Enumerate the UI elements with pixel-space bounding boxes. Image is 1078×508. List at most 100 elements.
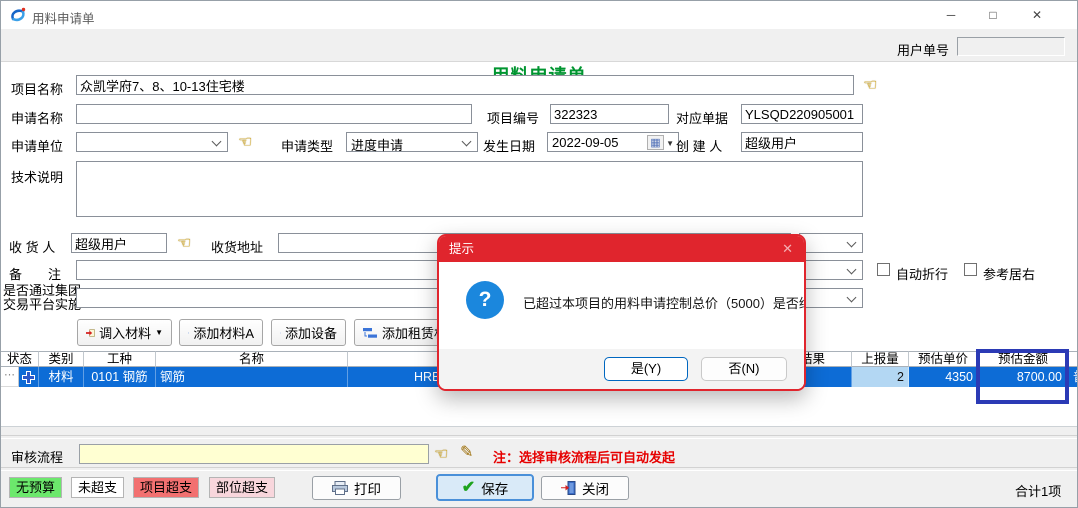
workflow-note: 注：选择审核流程后可自动发起: [493, 447, 675, 466]
calendar-dropdown-icon[interactable]: ▼: [666, 139, 674, 148]
printer-icon: [332, 481, 348, 495]
material-request-window: 用料申请单 ─ □ ✕ 用料申请单 用户单号 项目名称 ☜ 申请名称 项目编号 …: [0, 0, 1078, 508]
minimize-button[interactable]: ─: [934, 1, 968, 29]
via-group-label: 是否通过集团交易平台实施: [3, 284, 81, 312]
chevron-down-icon: [847, 265, 857, 275]
creator-label: 创 建 人: [676, 136, 722, 155]
cell-name: 钢筋: [156, 367, 348, 387]
prompt-dialog: 提示 ✕ ? 已超过本项目的用料申请控制总价（5000）是否继续? 是(Y) 否…: [437, 234, 806, 391]
apply-name-label: 申请名称: [11, 108, 63, 127]
receive-addr-select[interactable]: [799, 233, 863, 253]
add-row-icon: [363, 327, 378, 339]
auto-wrap-checkbox[interactable]: [877, 263, 890, 276]
creator-input[interactable]: [741, 132, 863, 152]
insert-plus-icon: [22, 371, 35, 384]
import-material-button[interactable]: 调入材料 ▼: [77, 319, 172, 346]
receiver-label: 收 货 人: [9, 237, 55, 256]
highlight-box: [976, 349, 1069, 404]
ref-right-checkbox[interactable]: [964, 263, 977, 276]
user-no-field[interactable]: [957, 37, 1065, 56]
auto-wrap-label: 自动折行: [896, 264, 948, 283]
dialog-close-icon[interactable]: ✕: [782, 236, 793, 262]
apply-type-select[interactable]: 进度申请: [346, 132, 478, 152]
occur-date-label: 发生日期: [483, 136, 535, 155]
col-report-qty[interactable]: 上报量: [852, 351, 909, 367]
add-row-icon: [188, 327, 189, 339]
apply-unit-picker-hand-icon[interactable]: ☜: [238, 135, 252, 151]
chevron-down-icon: [847, 238, 857, 248]
dialog-message: 已超过本项目的用料申请控制总价（5000）是否继续?: [523, 293, 806, 312]
apply-unit-label: 申请单位: [11, 136, 63, 155]
col-work-type[interactable]: 工种: [84, 351, 156, 367]
dialog-footer: 是(Y) 否(N): [439, 349, 804, 389]
print-button[interactable]: 打印: [312, 476, 401, 500]
add-equipment-button[interactable]: 添加设备: [271, 319, 346, 346]
project-name-label: 项目名称: [11, 79, 63, 98]
tech-note-textarea[interactable]: [76, 161, 863, 217]
cell-status: [19, 367, 39, 387]
no-button[interactable]: 否(N): [701, 357, 787, 381]
chevron-down-icon: [462, 137, 472, 147]
project-name-input[interactable]: [76, 75, 854, 95]
divider: [1, 467, 1077, 471]
yes-button[interactable]: 是(Y): [604, 357, 688, 381]
titlebar: 用料申请单 ─ □ ✕: [1, 1, 1077, 29]
header-band: 用料申请单 用户单号: [1, 29, 1077, 62]
via-group-select[interactable]: [799, 288, 863, 308]
close-button[interactable]: ✕: [1020, 1, 1054, 29]
cell-category: 材料: [39, 367, 84, 387]
legend-no-budget: 无预算: [9, 477, 62, 498]
dropdown-arrow-icon: ▼: [155, 328, 163, 337]
ref-doc-label: 对应单据: [676, 108, 728, 127]
occur-date-picker[interactable]: 2022-09-05 ▦ ▼: [547, 132, 679, 152]
row-indicator[interactable]: ⋯: [1, 367, 19, 387]
col-extra[interactable]: [1069, 351, 1078, 367]
ref-right-label: 参考居右: [983, 264, 1035, 283]
remark-select[interactable]: [799, 260, 863, 280]
add-material-button[interactable]: 添加材料A: [179, 319, 263, 346]
user-no-label: 用户单号: [897, 40, 949, 59]
ref-doc-input[interactable]: [741, 104, 863, 124]
cell-work-type: 0101 钢筋: [84, 367, 156, 387]
cell-report-qty[interactable]: 2: [852, 367, 909, 387]
receiver-picker-hand-icon[interactable]: ☜: [177, 236, 191, 252]
save-button[interactable]: ✔ 保存: [436, 474, 534, 501]
question-icon: ?: [466, 281, 504, 319]
receive-addr-label: 收货地址: [211, 237, 263, 256]
app-logo-icon: [9, 6, 27, 24]
col-category[interactable]: 类别: [39, 351, 84, 367]
col-status[interactable]: 状态: [1, 351, 39, 367]
legend-not-over: 未超支: [71, 477, 124, 498]
project-no-input[interactable]: [550, 104, 669, 124]
remark-label: 备 注: [9, 264, 61, 283]
workflow-picker-hand-icon[interactable]: ☜: [434, 447, 448, 463]
workflow-label: 审核流程: [11, 447, 63, 466]
calendar-icon[interactable]: ▦: [647, 135, 664, 150]
apply-type-label: 申请类型: [281, 136, 333, 155]
apply-unit-select[interactable]: [76, 132, 228, 152]
maximize-button[interactable]: □: [976, 1, 1010, 29]
divider: [1, 435, 1077, 439]
import-doc-icon: [86, 326, 95, 340]
project-picker-hand-icon[interactable]: ☜: [863, 78, 877, 94]
workflow-input[interactable]: [79, 444, 429, 464]
exit-door-icon: [561, 481, 576, 495]
edit-pencil-icon[interactable]: ✎: [460, 445, 473, 461]
chevron-down-icon: [212, 137, 222, 147]
window-title: 用料申请单: [32, 8, 95, 27]
receiver-input[interactable]: [71, 233, 167, 253]
check-icon: ✔: [462, 480, 475, 496]
chevron-down-icon: [847, 293, 857, 303]
tech-note-label: 技术说明: [11, 167, 63, 186]
close-form-button[interactable]: 关闭: [541, 476, 629, 500]
dialog-titlebar: 提示: [439, 236, 804, 262]
col-est-price[interactable]: 预估单价: [909, 351, 978, 367]
cell-est-price: 4350: [909, 367, 978, 387]
apply-name-input[interactable]: [76, 104, 472, 124]
total-count: 合计1项: [1015, 481, 1061, 500]
cell-extra: 普: [1069, 367, 1078, 387]
project-no-label: 项目编号: [487, 108, 539, 127]
legend-project-over: 项目超支: [133, 477, 199, 498]
col-name[interactable]: 名称: [156, 351, 348, 367]
add-row-icon: [280, 327, 281, 339]
